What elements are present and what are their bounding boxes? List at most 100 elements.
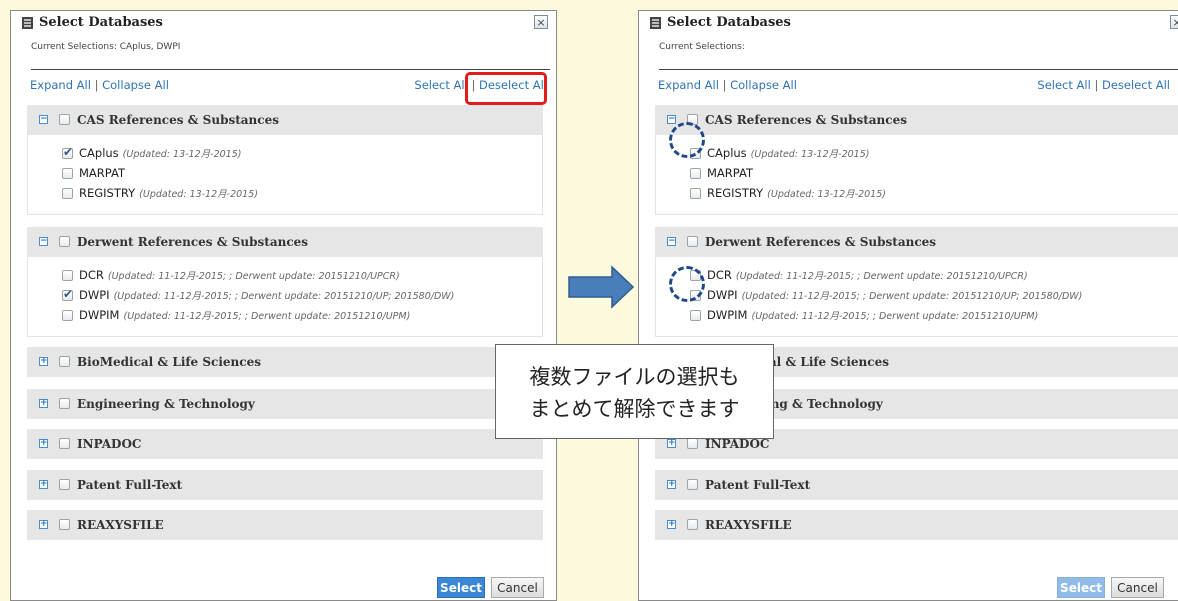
section-label: BioMedical & Life Sciences [77,355,261,369]
section-label: Patent Full-Text [705,478,811,492]
db-name: DCR [707,268,732,282]
db-checkbox[interactable] [690,188,701,199]
expand-all-link[interactable]: Expand All [658,78,719,92]
expand-icon[interactable]: + [39,399,48,408]
section-checkbox[interactable] [59,236,70,247]
expand-icon[interactable]: + [39,439,48,448]
dialog-title: Select Databases [39,15,163,30]
db-name: DWPI [707,288,738,302]
divider [31,69,550,70]
section-label: REAXYSFILE [77,518,164,532]
section-patent-full-text[interactable]: + Patent Full-Text [27,470,543,500]
collapse-icon[interactable]: − [667,115,676,124]
db-updated-note: (Updated: 13-12月-2015) [767,189,886,200]
callout-line-1: 複数ファイルの選択も [529,365,740,389]
current-selections: Current Selections: [659,42,745,52]
section-checkbox[interactable] [687,438,698,449]
db-checkbox[interactable]: ✔ [62,287,74,301]
checkmark-icon: ✔ [63,287,74,301]
link-separator: | [722,78,727,92]
section-label: INPADOC [77,437,142,451]
section-inpadoc[interactable]: + INPADOC [27,429,543,459]
select-links: Select All | Deselect All [1037,78,1170,92]
section-engineering[interactable]: + Engineering & Technology [27,389,543,419]
dialog-after: Select Databases × Current Selections: E… [638,10,1178,601]
section-derwent[interactable]: − Derwent References & Substances [655,227,1178,257]
select-all-link[interactable]: Select All [1037,78,1090,92]
dwpi-unchecked-marker [669,266,705,302]
collapse-icon[interactable]: − [667,237,676,246]
db-name: DWPI [79,288,110,302]
section-checkbox[interactable] [687,479,698,490]
db-name: DCR [79,268,104,282]
link-separator: | [94,78,99,92]
db-name: REGISTRY [79,186,136,200]
callout-line-2: まとめて解除できます [529,397,740,421]
section-checkbox[interactable] [59,519,70,530]
section-derwent-body: DCR (Updated: 11-12月-2015; ; Derwent upda… [655,257,1178,337]
db-checkbox[interactable] [62,188,73,199]
expand-icon[interactable]: + [667,480,676,489]
section-biomedical[interactable]: + BioMedical & Life Sciences [27,347,543,377]
db-checkbox[interactable] [690,310,701,321]
section-cas[interactable]: − CAS References & Substances [655,105,1178,135]
section-cas-body: CAplus (Updated: 13-12月-2015) MARPAT REGI… [655,135,1178,215]
expand-collapse-links: Expand All | Collapse All [30,78,169,92]
collapse-icon[interactable]: − [39,237,48,246]
db-name: DWPIM [79,308,120,322]
section-checkbox[interactable] [59,398,70,409]
db-name: CAplus [707,146,747,160]
dialog-title: Select Databases [667,15,791,30]
section-checkbox[interactable] [687,236,698,247]
db-updated-note: (Updated: 13-12月-2015) [122,149,242,160]
caplus-unchecked-marker [669,122,705,158]
section-reaxysfile[interactable]: + REAXYSFILE [655,510,1178,540]
expand-icon[interactable]: + [667,520,676,529]
select-button[interactable]: Select [1057,577,1105,598]
db-updated-note: (Updated: 11-12月-2015; ; Derwent update:… [123,311,411,322]
section-checkbox[interactable] [59,479,70,490]
db-checkbox[interactable] [62,310,73,321]
callout-note: 複数ファイルの選択も まとめて解除できます [495,344,774,439]
db-updated-note: (Updated: 13-12月-2015) [139,189,258,200]
section-checkbox[interactable] [687,519,698,530]
expand-collapse-links: Expand All | Collapse All [658,78,797,92]
cancel-button[interactable]: Cancel [491,577,544,598]
expand-icon[interactable]: + [667,439,676,448]
deselect-all-link[interactable]: Deselect All [1102,78,1170,92]
section-reaxysfile[interactable]: + REAXYSFILE [27,510,543,540]
db-updated-note: (Updated: 11-12月-2015; ; Derwent update:… [107,271,400,282]
db-name: CAplus [79,146,119,160]
db-checkbox[interactable] [690,168,701,179]
db-checkbox[interactable] [62,168,73,179]
db-name: DWPIM [707,308,748,322]
section-patent-full-text[interactable]: + Patent Full-Text [655,470,1178,500]
section-checkbox[interactable] [59,438,70,449]
section-label: INPADOC [705,437,770,451]
expand-all-link[interactable]: Expand All [30,78,91,92]
checkmark-icon: ✔ [63,145,74,159]
close-icon[interactable]: × [1170,15,1178,29]
close-icon[interactable]: × [534,15,548,29]
db-checkbox[interactable] [62,270,73,281]
section-cas[interactable]: − CAS References & Substances [27,105,543,135]
collapse-all-link[interactable]: Collapse All [102,78,169,92]
right-arrow-icon [568,265,634,309]
select-all-link[interactable]: Select All [414,78,467,92]
cancel-button[interactable]: Cancel [1111,577,1164,598]
section-checkbox[interactable] [59,356,70,367]
select-button[interactable]: Select [437,577,485,598]
collapse-icon[interactable]: − [39,115,48,124]
section-label: Derwent References & Substances [77,235,309,249]
db-checkbox[interactable]: ✔ [62,145,74,159]
expand-icon[interactable]: + [39,480,48,489]
title-bar: Select Databases × [11,11,556,35]
expand-icon[interactable]: + [39,520,48,529]
section-label: Engineering & Technology [77,397,255,411]
collapse-all-link[interactable]: Collapse All [730,78,797,92]
db-updated-note: (Updated: 13-12月-2015) [750,149,870,160]
db-updated-note: (Updated: 11-12月-2015; ; Derwent update:… [735,271,1028,282]
expand-icon[interactable]: + [39,357,48,366]
section-derwent[interactable]: − Derwent References & Substances [27,227,543,257]
section-checkbox[interactable] [59,114,70,125]
